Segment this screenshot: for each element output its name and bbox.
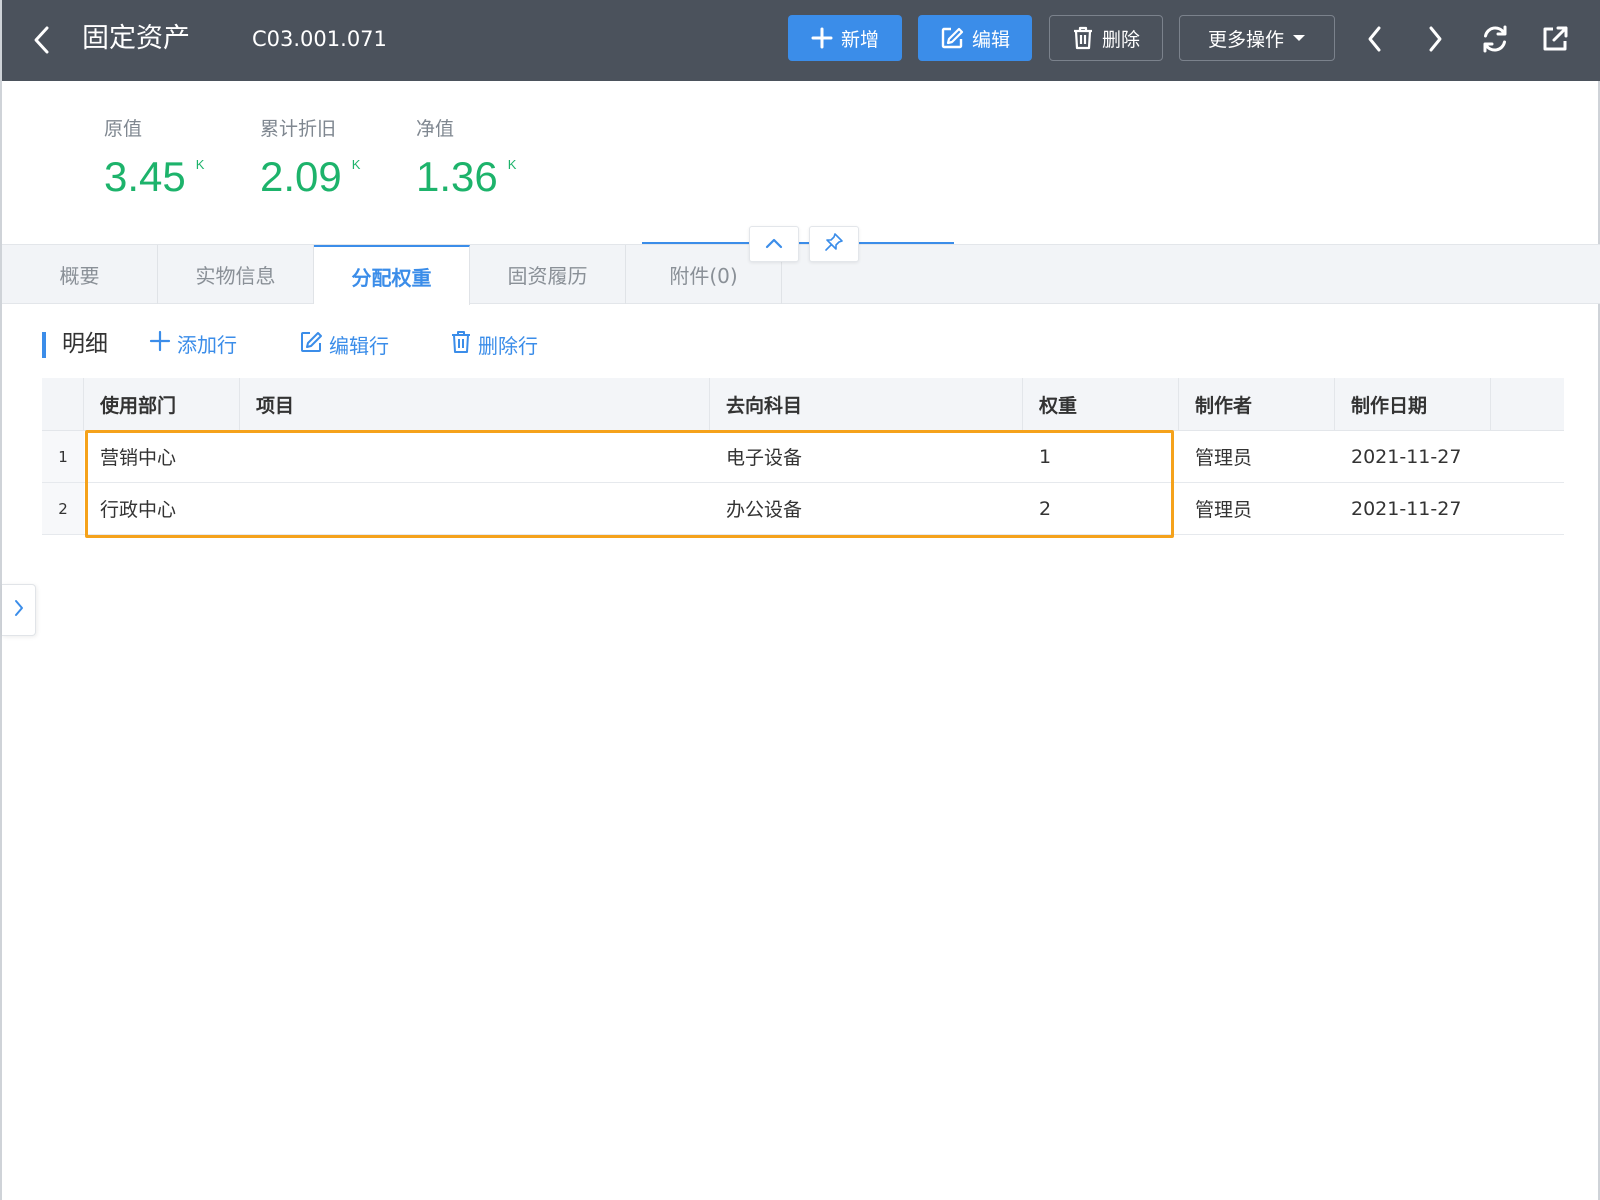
stat-number: 3.45	[104, 153, 186, 200]
trash-icon	[450, 330, 472, 362]
column-header[interactable]: 项目	[240, 378, 710, 431]
edit-button[interactable]: 编辑	[918, 15, 1032, 61]
stat-unit: K	[351, 157, 361, 172]
side-panel-toggle[interactable]	[2, 584, 36, 636]
stat-label: 净值	[416, 118, 455, 140]
row-number: 1	[42, 431, 84, 482]
stat-label: 原值	[104, 118, 143, 140]
app-window: 固定资产 C03.001.071 新增 编辑 删除 更多操作 原值 3.45 K…	[0, 0, 1600, 1200]
stat-number: 2.09	[260, 153, 342, 200]
edit-button-label: 编辑	[971, 28, 1010, 51]
column-header[interactable]: 去向科目	[710, 378, 1023, 431]
edit-row-label: 编辑行	[329, 334, 389, 358]
export-icon[interactable]	[1536, 20, 1574, 58]
edit-row-button[interactable]: 编辑行	[299, 330, 389, 362]
top-header: 固定资产 C03.001.071 新增 编辑 删除 更多操作	[2, 0, 1600, 81]
stat-unit: K	[195, 157, 205, 172]
tab-bar: 概要 实物信息 分配权重 固资履历 附件(0)	[2, 244, 1600, 305]
table-row[interactable]: 2 行政中心 办公设备 2 管理员 2021-11-27	[42, 483, 1564, 535]
column-header[interactable]: 制作者	[1179, 378, 1335, 431]
tab-physical-info[interactable]: 实物信息	[158, 245, 314, 304]
pin-icon	[824, 232, 844, 256]
plus-icon	[149, 330, 171, 360]
delete-row-button[interactable]: 删除行	[450, 330, 538, 362]
back-icon[interactable]	[24, 22, 60, 58]
table-cell[interactable]: 营销中心	[84, 431, 240, 482]
caret-down-icon	[1292, 33, 1306, 43]
column-header[interactable]: 使用部门	[84, 378, 240, 431]
table-cell[interactable]: 1	[1023, 431, 1179, 482]
tab-asset-history[interactable]: 固资履历	[470, 245, 626, 304]
stat-net-value: 净值 1.36 K	[416, 116, 516, 200]
collapse-button[interactable]	[749, 226, 799, 262]
table-cell[interactable]: 管理员	[1179, 483, 1335, 534]
delete-button[interactable]: 删除	[1049, 15, 1163, 61]
pin-button[interactable]	[809, 226, 859, 262]
table-cell[interactable]	[240, 483, 710, 534]
next-icon[interactable]	[1416, 20, 1454, 58]
table-cell[interactable]	[240, 431, 710, 482]
row-number-header	[42, 378, 84, 431]
stat-original-value: 原值 3.45 K	[104, 116, 204, 200]
table-cell[interactable]: 2021-11-27	[1335, 431, 1491, 482]
stat-unit: K	[507, 157, 517, 172]
more-actions-dropdown[interactable]: 更多操作	[1179, 15, 1335, 61]
column-header[interactable]: 权重	[1023, 378, 1179, 431]
column-header[interactable]: 制作日期	[1335, 378, 1491, 431]
delete-row-label: 删除行	[478, 334, 538, 358]
plus-icon	[811, 27, 833, 49]
section-accent-bar	[42, 332, 46, 358]
edit-icon	[940, 26, 964, 50]
stat-accumulated-depreciation: 累计折旧 2.09 K	[260, 116, 360, 200]
add-row-button[interactable]: 添加行	[149, 330, 237, 360]
page-title: 固定资产	[82, 23, 190, 54]
stat-label: 累计折旧	[260, 118, 337, 140]
stat-value: 3.45 K	[104, 154, 204, 200]
chevron-up-icon	[764, 235, 784, 254]
table-cell[interactable]: 行政中心	[84, 483, 240, 534]
trash-icon	[1072, 26, 1094, 50]
section-title: 明细	[62, 331, 108, 357]
table-cell[interactable]: 管理员	[1179, 431, 1335, 482]
table-cell[interactable]: 2	[1023, 483, 1179, 534]
tab-allocation-weight[interactable]: 分配权重	[314, 245, 470, 305]
column-header-filler	[1491, 378, 1564, 431]
table-cell[interactable]: 电子设备	[710, 431, 1023, 482]
add-row-label: 添加行	[177, 333, 237, 357]
stat-value: 2.09 K	[260, 154, 360, 200]
table-header: 使用部门 项目 去向科目 权重 制作者 制作日期	[42, 378, 1564, 431]
delete-button-label: 删除	[1101, 28, 1140, 51]
asset-code: C03.001.071	[252, 27, 387, 51]
table-cell[interactable]: 办公设备	[710, 483, 1023, 534]
tab-overview[interactable]: 概要	[2, 245, 158, 304]
refresh-icon[interactable]	[1476, 20, 1514, 58]
add-button[interactable]: 新增	[788, 15, 902, 61]
table-cell[interactable]: 2021-11-27	[1335, 483, 1491, 534]
row-number: 2	[42, 483, 84, 534]
more-actions-label: 更多操作	[1207, 28, 1284, 51]
allocation-table: 使用部门 项目 去向科目 权重 制作者 制作日期 1 营销中心 电子设备 1 管…	[42, 378, 1564, 535]
add-button-label: 新增	[840, 28, 879, 51]
chevron-right-icon	[13, 598, 25, 622]
stat-number: 1.36	[416, 153, 498, 200]
edit-icon	[299, 330, 323, 362]
stat-value: 1.36 K	[416, 154, 516, 200]
prev-icon[interactable]	[1356, 20, 1394, 58]
table-row[interactable]: 1 营销中心 电子设备 1 管理员 2021-11-27	[42, 431, 1564, 483]
